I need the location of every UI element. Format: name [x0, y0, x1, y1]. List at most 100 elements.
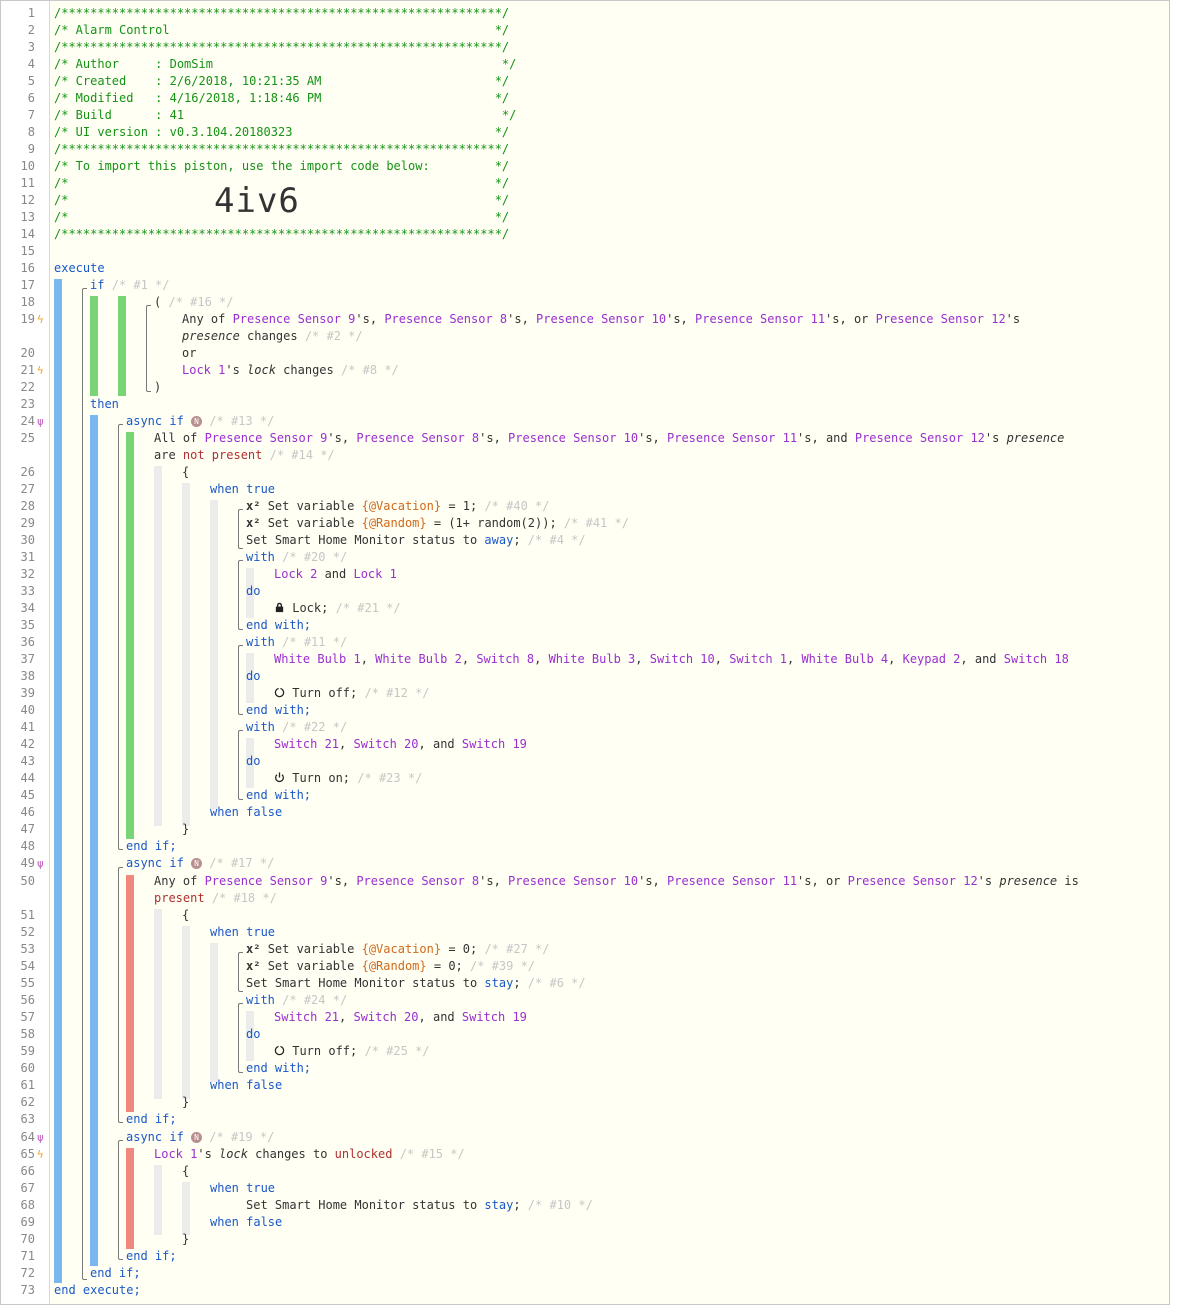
keyword-do[interactable]: do — [246, 1027, 260, 1041]
device-lock-1[interactable]: Lock 1 — [182, 363, 225, 377]
when-true-13-bar — [154, 466, 162, 826]
device-presence-sensor-12[interactable]: Presence Sensor 12 — [848, 874, 978, 888]
device-switch-18[interactable]: Switch 18 — [1004, 652, 1069, 666]
keyword-when-true[interactable]: when true — [210, 1181, 275, 1195]
keyword-when-false[interactable]: when false — [210, 1215, 282, 1229]
keyword-then[interactable]: then — [90, 397, 119, 411]
group-condition-bar — [118, 296, 126, 396]
execute-block-bar — [54, 279, 62, 1283]
device-white-bulb-3[interactable]: White Bulb 3 — [549, 652, 636, 666]
keyword-with[interactable]: with — [246, 720, 275, 734]
keyword-async-if[interactable]: async if — [126, 856, 184, 870]
device-keypad-2[interactable]: Keypad 2 — [903, 652, 961, 666]
device-presence-sensor-11[interactable]: Presence Sensor 11 — [695, 312, 825, 326]
device-presence-sensor-8[interactable]: Presence Sensor 8 — [384, 312, 507, 326]
device-switch-8[interactable]: Switch 8 — [476, 652, 534, 666]
when-true-13-inner-bar — [182, 483, 190, 826]
comment: /* #1 */ — [111, 278, 170, 292]
device-presence-sensor-12[interactable]: Presence Sensor 12 — [876, 312, 1006, 326]
keyword-end-with[interactable]: end with; — [246, 1061, 311, 1075]
device-switch-21[interactable]: Switch 21 — [274, 1010, 339, 1024]
device-switch-21[interactable]: Switch 21 — [274, 737, 339, 751]
device-presence-sensor-10[interactable]: Presence Sensor 10 — [508, 431, 638, 445]
when-true-19-bar — [154, 1165, 162, 1235]
keyword-end-if[interactable]: end if; — [126, 839, 177, 853]
device-white-bulb-2[interactable]: White Bulb 2 — [375, 652, 462, 666]
device-switch-19[interactable]: Switch 19 — [462, 737, 527, 751]
keyword-do[interactable]: do — [246, 584, 260, 598]
device-switch-20[interactable]: Switch 20 — [353, 737, 418, 751]
keyword-with[interactable]: with — [246, 635, 275, 649]
device-presence-sensor-9[interactable]: Presence Sensor 9 — [233, 312, 356, 326]
keyword-with[interactable]: with — [246, 550, 275, 564]
device-switch-19[interactable]: Switch 19 — [462, 1010, 527, 1024]
command-turn-on[interactable]: Turn on; — [292, 771, 350, 785]
device-white-bulb-1[interactable]: White Bulb 1 — [274, 652, 361, 666]
device-presence-sensor-9[interactable]: Presence Sensor 9 — [205, 431, 328, 445]
text: , — [635, 652, 650, 666]
keyword-end-with[interactable]: end with; — [246, 618, 311, 632]
header-build: /* Build : 41 */ — [54, 108, 517, 122]
device-presence-sensor-9[interactable]: Presence Sensor 9 — [205, 874, 328, 888]
device-white-bulb-4[interactable]: White Bulb 4 — [801, 652, 888, 666]
value-stay[interactable]: stay — [484, 976, 513, 990]
keyword-when-true[interactable]: when true — [210, 925, 275, 939]
keyword-end-if[interactable]: end if; — [90, 1266, 141, 1280]
keyword-async-if[interactable]: async if — [126, 1130, 184, 1144]
text: = 1; — [441, 499, 478, 513]
device-presence-sensor-8[interactable]: Presence Sensor 8 — [356, 431, 479, 445]
variable-vacation[interactable]: {@Vacation} — [362, 499, 441, 513]
device-switch-10[interactable]: Switch 10 — [650, 652, 715, 666]
value-away[interactable]: away — [484, 533, 513, 547]
keyword-if[interactable]: if — [90, 278, 104, 292]
keyword-when-false[interactable]: when false — [210, 805, 282, 819]
keyword-with[interactable]: with — [246, 993, 275, 1007]
command-turn-off[interactable]: Turn off; — [292, 686, 357, 700]
variable-icon: x² — [246, 959, 261, 973]
device-presence-sensor-10[interactable]: Presence Sensor 10 — [536, 312, 666, 326]
keyword-end-with[interactable]: end with; — [246, 703, 311, 717]
keyword-end-execute[interactable]: end execute; — [54, 1283, 141, 1297]
device-switch-20[interactable]: Switch 20 — [353, 1010, 418, 1024]
keyword-end-with[interactable]: end with; — [246, 788, 311, 802]
device-switch-1[interactable]: Switch 1 — [729, 652, 787, 666]
keyword-do[interactable]: do — [246, 669, 260, 683]
variable-vacation[interactable]: {@Vacation} — [362, 942, 441, 956]
value-not-present[interactable]: not present — [183, 448, 262, 462]
device-lock-1[interactable]: Lock 1 — [154, 1147, 197, 1161]
keyword-end-if[interactable]: end if; — [126, 1249, 177, 1263]
device-presence-sensor-11[interactable]: Presence Sensor 11 — [667, 874, 797, 888]
trigger-bolt-icon: ϟ — [37, 1148, 44, 1161]
device-presence-sensor-8[interactable]: Presence Sensor 8 — [356, 874, 479, 888]
comment: /* #11 */ — [282, 635, 348, 649]
device-presence-sensor-11[interactable]: Presence Sensor 11 — [667, 431, 797, 445]
comment: /* #15 */ — [399, 1147, 465, 1161]
value-present[interactable]: present — [154, 891, 205, 905]
text: = (1+ random(2)); — [426, 516, 557, 530]
async-if-19-bracket — [118, 1140, 123, 1260]
keyword-when-true[interactable]: when true — [210, 482, 275, 496]
keyword-execute[interactable]: execute — [54, 261, 105, 275]
device-presence-sensor-12[interactable]: Presence Sensor 12 — [855, 431, 985, 445]
value-unlocked[interactable]: unlocked — [335, 1147, 393, 1161]
variable-random[interactable]: {@Random} — [362, 959, 427, 973]
keyword-end-if[interactable]: end if; — [126, 1112, 177, 1126]
device-lock-1[interactable]: Lock 1 — [353, 567, 396, 581]
attribute-presence: presence — [182, 329, 240, 343]
command-lock[interactable]: Lock; — [292, 601, 328, 615]
keyword-async-if[interactable]: async if — [126, 414, 184, 428]
operator-or[interactable]: or — [182, 346, 196, 360]
value-stay[interactable]: stay — [484, 1198, 513, 1212]
stmts-13-bracket — [238, 509, 243, 549]
keyword-do[interactable]: do — [246, 754, 260, 768]
text: are — [154, 448, 183, 462]
comment: /* #24 */ — [282, 993, 348, 1007]
text: , — [534, 652, 549, 666]
statements-17-bar — [210, 943, 218, 1082]
device-lock-2[interactable]: Lock 2 — [274, 567, 317, 581]
command-turn-off[interactable]: Turn off; — [292, 1044, 357, 1058]
keyword-when-false[interactable]: when false — [210, 1078, 282, 1092]
device-presence-sensor-10[interactable]: Presence Sensor 10 — [508, 874, 638, 888]
power-off-icon — [274, 1045, 285, 1056]
variable-random[interactable]: {@Random} — [362, 516, 427, 530]
